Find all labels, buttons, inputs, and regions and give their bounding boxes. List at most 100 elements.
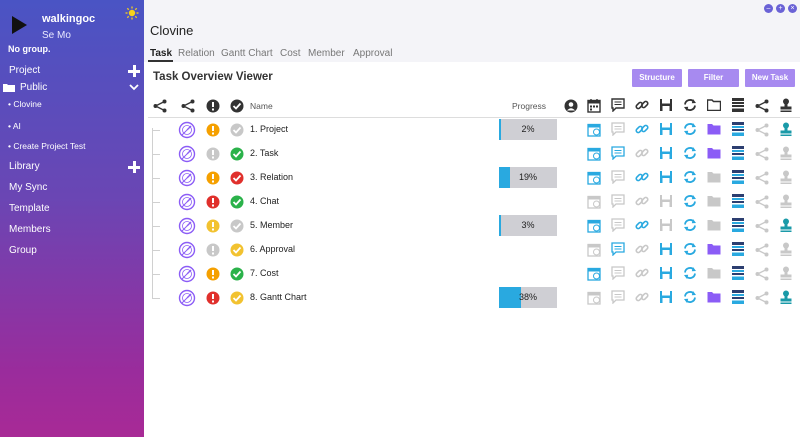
task-name[interactable]: 8. Gantt Chart (250, 292, 307, 302)
chat-icon[interactable] (611, 170, 625, 184)
sync-icon[interactable] (683, 194, 697, 208)
sync-icon[interactable] (683, 218, 697, 232)
status-check-icon[interactable] (230, 123, 244, 137)
sidebar-item-ai[interactable]: • AI (8, 121, 21, 131)
folder-icon[interactable] (707, 171, 721, 183)
task-type-icon[interactable] (178, 145, 196, 163)
minimize-icon[interactable]: – (764, 4, 773, 13)
calendar-icon[interactable] (587, 194, 601, 209)
priority-header-icon[interactable] (206, 99, 220, 113)
chat-icon[interactable] (611, 122, 625, 136)
play-icon[interactable] (12, 16, 27, 34)
stamp-icon[interactable] (780, 170, 792, 184)
priority-icon[interactable] (206, 195, 220, 209)
sync-icon[interactable] (683, 122, 697, 136)
share-icon[interactable] (755, 291, 769, 305)
calendar-icon[interactable] (587, 242, 601, 257)
share-header-icon[interactable] (755, 99, 769, 113)
link-icon[interactable] (635, 146, 649, 160)
task-name[interactable]: 4. Chat (250, 196, 279, 206)
table-row[interactable]: 3. Relation 19% (144, 167, 800, 191)
folder-icon[interactable] (707, 243, 721, 255)
task-type-icon[interactable] (178, 217, 196, 235)
status-check-icon[interactable] (230, 291, 244, 305)
share-icon[interactable] (755, 243, 769, 257)
link-icon[interactable] (635, 98, 649, 112)
task-type-icon[interactable] (178, 241, 196, 259)
status-check-icon[interactable] (230, 243, 244, 257)
task-type-icon[interactable] (178, 265, 196, 283)
chat-icon[interactable] (611, 98, 625, 112)
link-icon[interactable] (635, 242, 649, 256)
table-row[interactable]: 5. Member 3% (144, 215, 800, 239)
stamp-icon[interactable] (780, 290, 792, 304)
folder-icon[interactable] (707, 147, 721, 159)
layers-icon[interactable] (732, 122, 744, 136)
share-icon[interactable] (755, 267, 769, 281)
tab-cost[interactable]: Cost (280, 48, 301, 59)
nav-project[interactable]: Project (9, 65, 40, 76)
task-type-icon[interactable] (178, 289, 196, 307)
sync-icon[interactable] (683, 290, 697, 304)
priority-icon[interactable] (206, 267, 220, 281)
link-icon[interactable] (635, 218, 649, 232)
task-name[interactable]: 7. Cost (250, 268, 279, 278)
share-icon[interactable] (755, 171, 769, 185)
chat-icon[interactable] (611, 218, 625, 232)
link-icon[interactable] (635, 122, 649, 136)
priority-icon[interactable] (206, 243, 220, 257)
share-icon[interactable] (755, 195, 769, 209)
layers-icon[interactable] (732, 242, 744, 256)
save-icon[interactable] (659, 290, 673, 304)
priority-icon[interactable] (206, 291, 220, 305)
folder-header-icon[interactable] (707, 99, 721, 111)
layers-icon[interactable] (732, 290, 744, 304)
stamp-icon[interactable] (780, 98, 792, 112)
calendar-icon[interactable] (587, 218, 601, 233)
layers-icon[interactable] (732, 98, 744, 112)
name-column-header[interactable]: Name (250, 101, 273, 111)
sync-icon[interactable] (683, 170, 697, 184)
task-name[interactable]: 1. Project (250, 124, 288, 134)
chat-icon[interactable] (611, 266, 625, 280)
priority-icon[interactable] (206, 171, 220, 185)
save-icon[interactable] (659, 170, 673, 184)
chat-icon[interactable] (611, 242, 625, 256)
add-library-icon[interactable] (128, 161, 140, 173)
add-project-icon[interactable] (128, 65, 140, 77)
folder-icon[interactable] (707, 291, 721, 303)
nav-public[interactable]: Public (20, 82, 47, 93)
task-type-icon[interactable] (178, 169, 196, 187)
nav-library[interactable]: Library (9, 161, 40, 172)
new-task-button[interactable]: New Task (745, 69, 795, 87)
table-row[interactable]: 4. Chat (144, 191, 800, 215)
table-row[interactable]: 2. Task (144, 143, 800, 167)
link-icon[interactable] (635, 170, 649, 184)
table-row[interactable]: 8. Gantt Chart 38% (144, 287, 800, 311)
sun-icon[interactable] (125, 6, 139, 20)
task-name[interactable]: 2. Task (250, 148, 278, 158)
nav-members[interactable]: Members (9, 224, 51, 235)
share-icon[interactable] (755, 219, 769, 233)
status-check-icon[interactable] (230, 171, 244, 185)
sidebar-item-clovine[interactable]: • Clovine (8, 99, 42, 109)
calendar-icon[interactable] (587, 98, 601, 113)
table-row[interactable]: 6. Approval (144, 239, 800, 263)
tab-member[interactable]: Member (308, 48, 345, 59)
nav-template[interactable]: Template (9, 203, 50, 214)
folder-icon[interactable] (707, 219, 721, 231)
status-check-icon[interactable] (230, 147, 244, 161)
save-icon[interactable] (659, 266, 673, 280)
status-check-icon[interactable] (230, 267, 244, 281)
priority-icon[interactable] (206, 219, 220, 233)
tab-relation[interactable]: Relation (178, 48, 215, 59)
stamp-icon[interactable] (780, 266, 792, 280)
status-check-icon[interactable] (230, 195, 244, 209)
share-icon[interactable] (755, 147, 769, 161)
task-type-icon[interactable] (178, 121, 196, 139)
sync-icon[interactable] (683, 266, 697, 280)
save-icon[interactable] (659, 122, 673, 136)
chat-icon[interactable] (611, 146, 625, 160)
tab-approval[interactable]: Approval (353, 48, 392, 59)
calendar-icon[interactable] (587, 266, 601, 281)
